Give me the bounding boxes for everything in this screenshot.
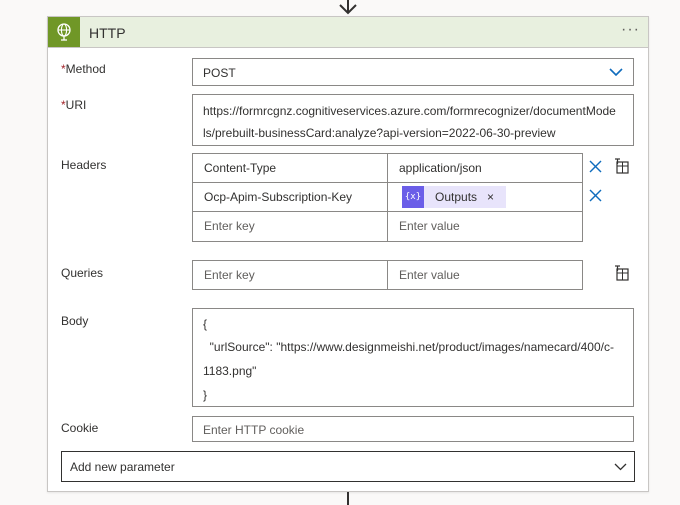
close-icon[interactable] (589, 189, 602, 202)
close-icon[interactable] (589, 160, 602, 173)
text-mode-switch-icon[interactable] (614, 265, 630, 281)
connector-line (347, 492, 349, 505)
method-label: *Method (61, 62, 106, 76)
header-value-input[interactable]: {x} Outputs × (387, 182, 583, 212)
card-title: HTTP (89, 25, 126, 41)
header-key-input[interactable]: Enter key (192, 211, 388, 242)
globe-icon (57, 23, 71, 41)
query-key-input[interactable]: Enter key (192, 260, 388, 290)
dynamic-content-token[interactable]: {x} Outputs × (402, 186, 506, 208)
query-value-input[interactable]: Enter value (387, 260, 583, 290)
body-label: Body (61, 314, 89, 328)
add-new-parameter-label: Add new parameter (70, 460, 175, 474)
headers-label: Headers (61, 158, 107, 172)
query-key-placeholder: Enter key (204, 268, 255, 282)
header-key-placeholder: Enter key (204, 219, 255, 233)
header-key-input[interactable]: Ocp-Apim-Subscription-Key (192, 182, 388, 212)
more-options-button[interactable]: ··· (621, 21, 640, 39)
uri-line-2: ls/prebuilt-businessCard:analyze?api-ver… (203, 126, 556, 140)
header-key-input[interactable]: Content-Type (192, 153, 388, 183)
http-action-icon (48, 17, 80, 47)
http-action-card: HTTP ··· *Method POST *URI https://formr… (47, 16, 649, 492)
uri-line-1: https://formrcgnz.cognitiveservices.azur… (203, 104, 616, 118)
connector-arrow-icon (339, 0, 357, 15)
cookie-input[interactable]: Enter HTTP cookie (192, 416, 634, 442)
body-line-1: { (203, 317, 208, 331)
header-value-placeholder: Enter value (399, 219, 460, 233)
expression-icon: {x} (402, 186, 424, 208)
uri-label: *URI (61, 98, 87, 112)
token-remove-button[interactable]: × (487, 190, 494, 204)
chevron-down-icon (609, 68, 623, 76)
add-new-parameter-dropdown[interactable]: Add new parameter (61, 451, 635, 482)
body-input[interactable]: { "urlSource": "https://www.designmeishi… (192, 308, 634, 407)
cookie-label: Cookie (61, 421, 99, 435)
header-value-text: application/json (399, 161, 482, 175)
queries-label: Queries (61, 266, 104, 280)
method-value: POST (203, 66, 236, 80)
header-key-text: Ocp-Apim-Subscription-Key (204, 190, 353, 204)
token-label: Outputs (435, 190, 478, 204)
text-mode-switch-icon[interactable] (614, 158, 630, 174)
body-line-3: 1183.png" (203, 364, 257, 378)
uri-input[interactable]: https://formrcgnz.cognitiveservices.azur… (192, 94, 634, 146)
card-header[interactable]: HTTP ··· (48, 17, 648, 48)
body-line-4: } (203, 388, 208, 402)
chevron-down-icon (614, 463, 627, 471)
cookie-placeholder: Enter HTTP cookie (203, 423, 305, 437)
body-line-2: "urlSource": "https://www.designmeishi.n… (203, 340, 614, 354)
header-value-input[interactable]: Enter value (387, 211, 583, 242)
query-value-placeholder: Enter value (399, 268, 460, 282)
header-value-input[interactable]: application/json (387, 153, 583, 183)
header-key-text: Content-Type (204, 161, 277, 175)
method-select[interactable]: POST (192, 58, 634, 86)
